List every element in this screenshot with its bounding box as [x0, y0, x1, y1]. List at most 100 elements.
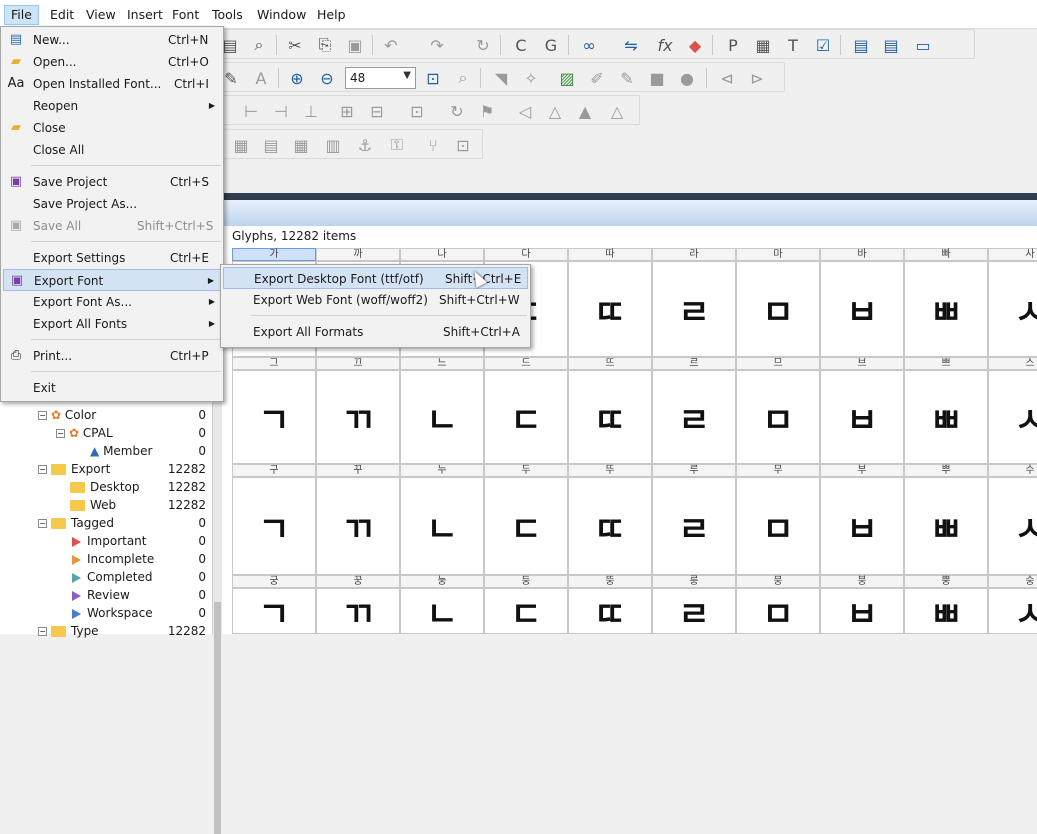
- triangle-split-icon[interactable]: ▲: [574, 100, 596, 122]
- tree-item-tagged[interactable]: − Tagged 0: [38, 514, 206, 532]
- zoom-select[interactable]: 48 ▼: [345, 67, 416, 89]
- collapse-icon[interactable]: −: [38, 627, 47, 636]
- glyph-cell[interactable]: ㄱ: [232, 477, 316, 575]
- menu-item-open-installed[interactable]: Aa Open Installed Font... Ctrl+I: [3, 73, 221, 95]
- glyph-cell[interactable]: ㅂ: [820, 477, 904, 575]
- branch-icon[interactable]: ⑂: [422, 134, 444, 156]
- glyph-cell[interactable]: ㄷ: [484, 370, 568, 464]
- glyph-cell[interactable]: ㅂ: [820, 370, 904, 464]
- refresh-icon[interactable]: ↻: [472, 34, 494, 56]
- glyph-cell[interactable]: ㅁ: [736, 477, 820, 575]
- forward-icon[interactable]: ⊳: [746, 67, 768, 89]
- table-icon[interactable]: ▦: [230, 134, 252, 156]
- table-edit-icon[interactable]: ▦: [752, 34, 774, 56]
- copy-icon[interactable]: ⎘: [314, 34, 336, 56]
- menu-item-new[interactable]: ▤ New... Ctrl+N: [3, 29, 221, 51]
- menu-font[interactable]: Font: [166, 5, 205, 25]
- glyph-cell[interactable]: ㄲ: [316, 477, 400, 575]
- zoom-rect-icon[interactable]: ⌕: [452, 67, 474, 89]
- collapse-icon[interactable]: −: [38, 411, 47, 420]
- glyph-cell[interactable]: ㄸ: [568, 370, 652, 464]
- tree-item-incomplete[interactable]: Incomplete 0: [72, 550, 206, 568]
- align-center-icon[interactable]: ⊣: [270, 100, 292, 122]
- glyph-cell[interactable]: ㅃ: [904, 477, 988, 575]
- menu-item-save-all[interactable]: ▣ Save All Shift+Ctrl+S: [3, 215, 221, 237]
- glyph-cell[interactable]: ㄹ: [652, 588, 736, 635]
- paste-icon[interactable]: ▣: [344, 34, 366, 56]
- tree-item-important[interactable]: Important 0: [72, 532, 206, 550]
- glyph-cell[interactable]: ㅃ: [904, 370, 988, 464]
- menu-item-reopen[interactable]: Reopen ▶: [3, 95, 221, 117]
- menu-item-close[interactable]: ▰ Close: [3, 117, 221, 139]
- menu-item-export-all-formats[interactable]: Export All Formats Shift+Ctrl+A: [223, 321, 528, 343]
- glyph-cell[interactable]: ㄸ: [568, 477, 652, 575]
- component-icon[interactable]: ⊡: [452, 134, 474, 156]
- glyph-cell[interactable]: ㄱ: [232, 370, 316, 464]
- menu-edit[interactable]: Edit: [44, 5, 80, 25]
- triangle-icon[interactable]: △: [544, 100, 566, 122]
- distribute-v-icon[interactable]: ⊟: [366, 100, 388, 122]
- tree-item-workspace[interactable]: Workspace 0: [72, 604, 206, 622]
- glyph-cell[interactable]: ㅃ: [904, 588, 988, 635]
- pencil-icon[interactable]: ✎: [616, 67, 638, 89]
- glyph-cell[interactable]: ㅅ: [988, 477, 1037, 575]
- lock-anchor-icon[interactable]: ⚿: [386, 134, 408, 156]
- align-right-icon[interactable]: ⊥: [300, 100, 322, 122]
- scrollbar-thumb[interactable]: [214, 602, 221, 834]
- undo-icon[interactable]: ↶: [380, 34, 402, 56]
- back-icon[interactable]: ⊲: [716, 67, 738, 89]
- tree-item-completed[interactable]: Completed 0: [72, 568, 206, 586]
- link-icon[interactable]: ∞: [578, 34, 600, 56]
- menu-help[interactable]: Help: [311, 5, 352, 25]
- text-icon[interactable]: T: [782, 34, 804, 56]
- glyph-cell[interactable]: ㅁ: [736, 261, 820, 357]
- font-sample-icon[interactable]: A: [250, 67, 272, 89]
- eraser-icon[interactable]: ◆: [684, 34, 706, 56]
- glyph-cell[interactable]: ㅅ: [988, 261, 1037, 357]
- menu-view[interactable]: View: [80, 5, 122, 25]
- collapse-icon[interactable]: −: [56, 429, 65, 438]
- node-tool-icon[interactable]: ✧: [520, 67, 542, 89]
- menu-item-export-web-font[interactable]: Export Web Font (woff/woff2) Shift+Ctrl+W: [223, 289, 528, 311]
- paste-glyph-icon[interactable]: G: [540, 34, 562, 56]
- glyph-cell[interactable]: ㄸ: [568, 261, 652, 357]
- grid-icon[interactable]: ▦: [290, 134, 312, 156]
- flag-icon[interactable]: ⚑: [476, 100, 498, 122]
- menu-item-save-project[interactable]: ▣ Save Project Ctrl+S: [3, 171, 221, 193]
- triangle-outline-icon[interactable]: △: [606, 100, 628, 122]
- web-check-icon[interactable]: ▤: [880, 34, 902, 56]
- align-left-icon[interactable]: ⊢: [240, 100, 262, 122]
- glyph-cell[interactable]: ㅂ: [820, 261, 904, 357]
- menu-item-export-all-fonts[interactable]: Export All Fonts ▶: [3, 313, 221, 335]
- rotate-icon[interactable]: ↻: [446, 100, 468, 122]
- tree-item-web[interactable]: Web 12282: [70, 496, 206, 514]
- glyph-cell[interactable]: ㄲ: [316, 588, 400, 635]
- redo-icon[interactable]: ↷: [426, 34, 448, 56]
- cut-icon[interactable]: ✂: [284, 34, 306, 56]
- glyph-cell[interactable]: ㄹ: [652, 370, 736, 464]
- glyph-cell[interactable]: ㄹ: [652, 477, 736, 575]
- menu-item-open[interactable]: ▰ Open... Ctrl+O: [3, 51, 221, 73]
- distribute-h-icon[interactable]: ⊞: [336, 100, 358, 122]
- tree-item-export[interactable]: − Export 12282: [38, 460, 206, 478]
- grid-merge-icon[interactable]: ▥: [322, 134, 344, 156]
- glyph-cell[interactable]: ㄴ: [400, 370, 484, 464]
- anchor-icon[interactable]: ⚓: [354, 134, 376, 156]
- menu-item-print[interactable]: ⎙ Print... Ctrl+P: [3, 345, 221, 367]
- menu-item-export-font[interactable]: ▣ Export Font ▶: [3, 269, 221, 291]
- formula-icon[interactable]: fx: [654, 34, 676, 56]
- image-icon[interactable]: ▨: [556, 67, 578, 89]
- menu-insert[interactable]: Insert: [121, 5, 169, 25]
- glyph-cell[interactable]: ㄲ: [316, 370, 400, 464]
- triangle-left-icon[interactable]: ◁: [514, 100, 536, 122]
- tree-item-color[interactable]: − ✿ Color 0: [38, 406, 206, 424]
- glyph-cell[interactable]: ㅁ: [736, 370, 820, 464]
- ellipse-icon[interactable]: ●: [676, 67, 698, 89]
- menu-item-close-all[interactable]: Close All: [3, 139, 221, 161]
- glyph-cell[interactable]: ㅁ: [736, 588, 820, 635]
- tree-item-member[interactable]: ▲ Member 0: [90, 442, 206, 460]
- tree-item-desktop[interactable]: Desktop 12282: [70, 478, 206, 496]
- arrow-tool-icon[interactable]: ◥: [490, 67, 512, 89]
- collapse-icon[interactable]: −: [38, 465, 47, 474]
- find-icon[interactable]: ⌕: [248, 34, 270, 56]
